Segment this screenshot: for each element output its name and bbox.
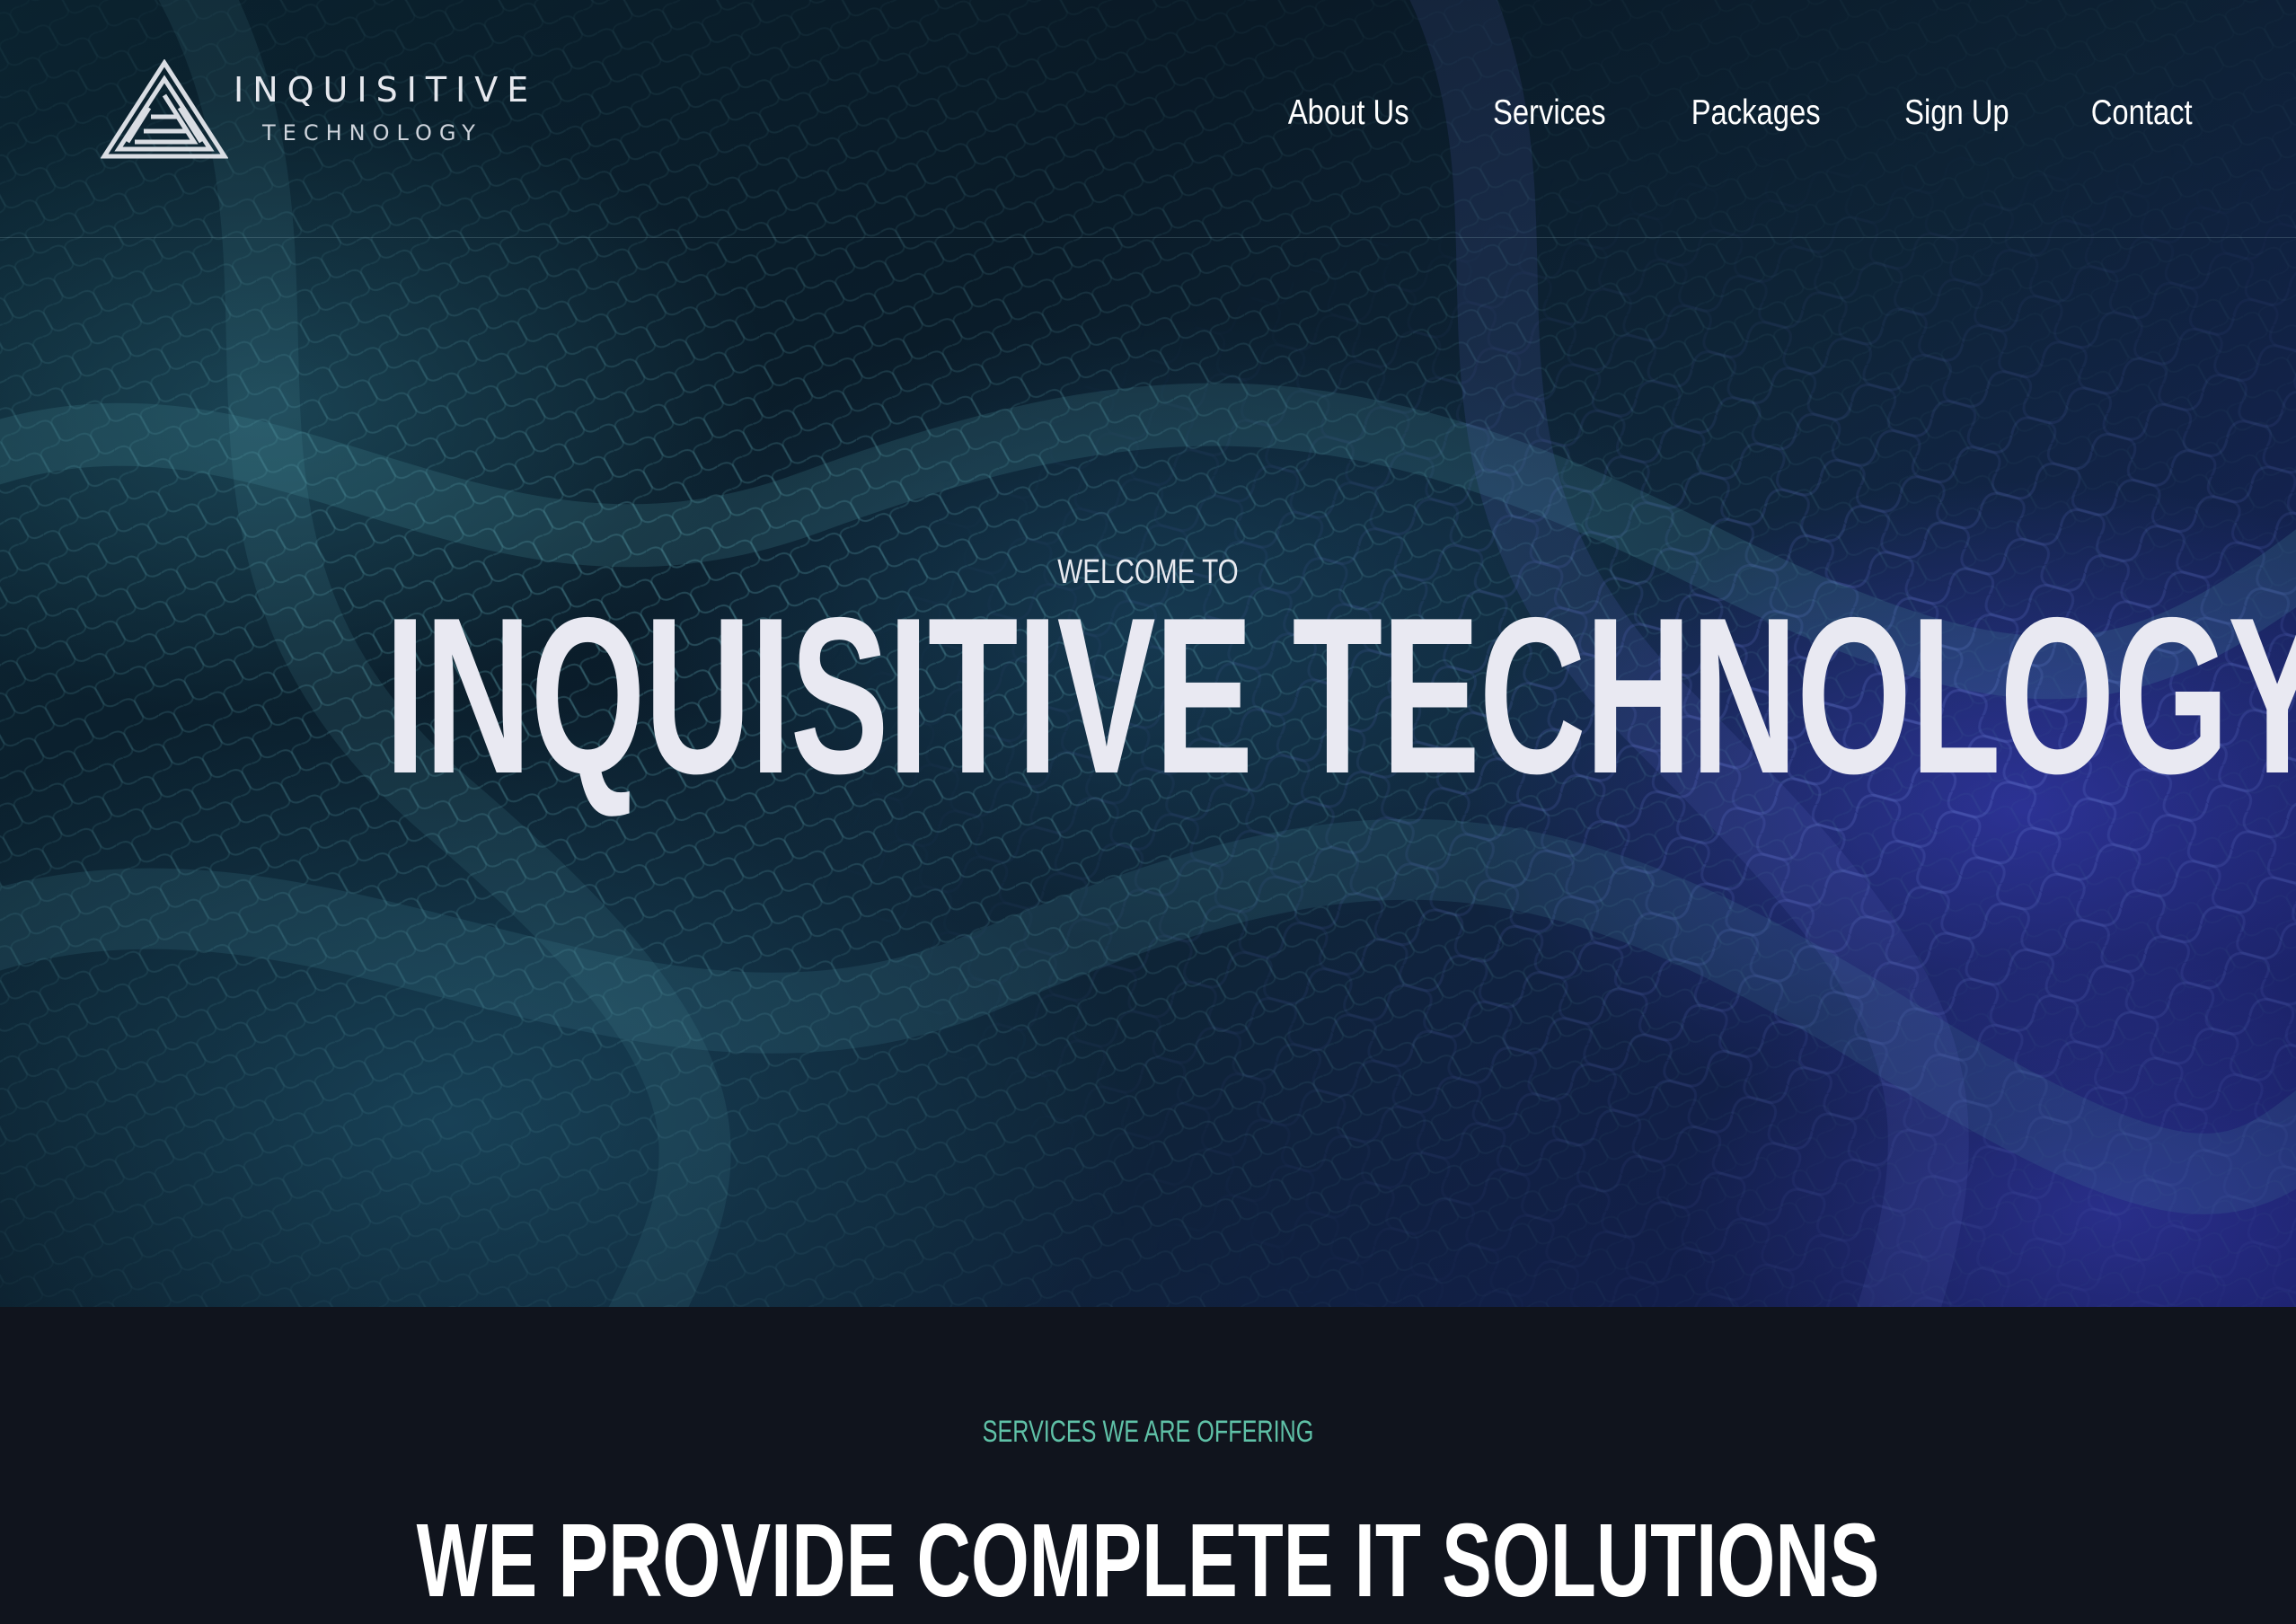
site-header: INQUISITIVE TECHNOLOGY About Us Services… [0,0,2296,238]
page: INQUISITIVE TECHNOLOGY About Us Services… [0,0,2296,1624]
nav-link-services[interactable]: Services [1493,93,1606,133]
main-nav: About Us Services Packages Sign Up Conta… [1276,93,2202,133]
site-logo[interactable]: INQUISITIVE TECHNOLOGY [101,59,550,167]
triangle-maze-logo-icon [101,59,228,159]
nav-link-packages[interactable]: Packages [1691,93,1820,133]
services-eyebrow: SERVICES WE ARE OFFERING [982,1415,1314,1449]
logo-text-secondary: TECHNOLOGY [262,120,482,146]
logo-text-primary: INQUISITIVE [234,70,538,110]
services-heading: WE PROVIDE COMPLETE IT SOLUTIONS [416,1502,1880,1619]
nav-link-sign-up[interactable]: Sign Up [1904,93,2009,133]
nav-link-about-us[interactable]: About Us [1287,93,1409,133]
services-section: SERVICES WE ARE OFFERING WE PROVIDE COMP… [0,1307,2296,1624]
nav-link-contact[interactable]: Contact [2090,93,2192,133]
hero-title: INQUISITIVE TECHNOLOGY [384,570,2296,820]
